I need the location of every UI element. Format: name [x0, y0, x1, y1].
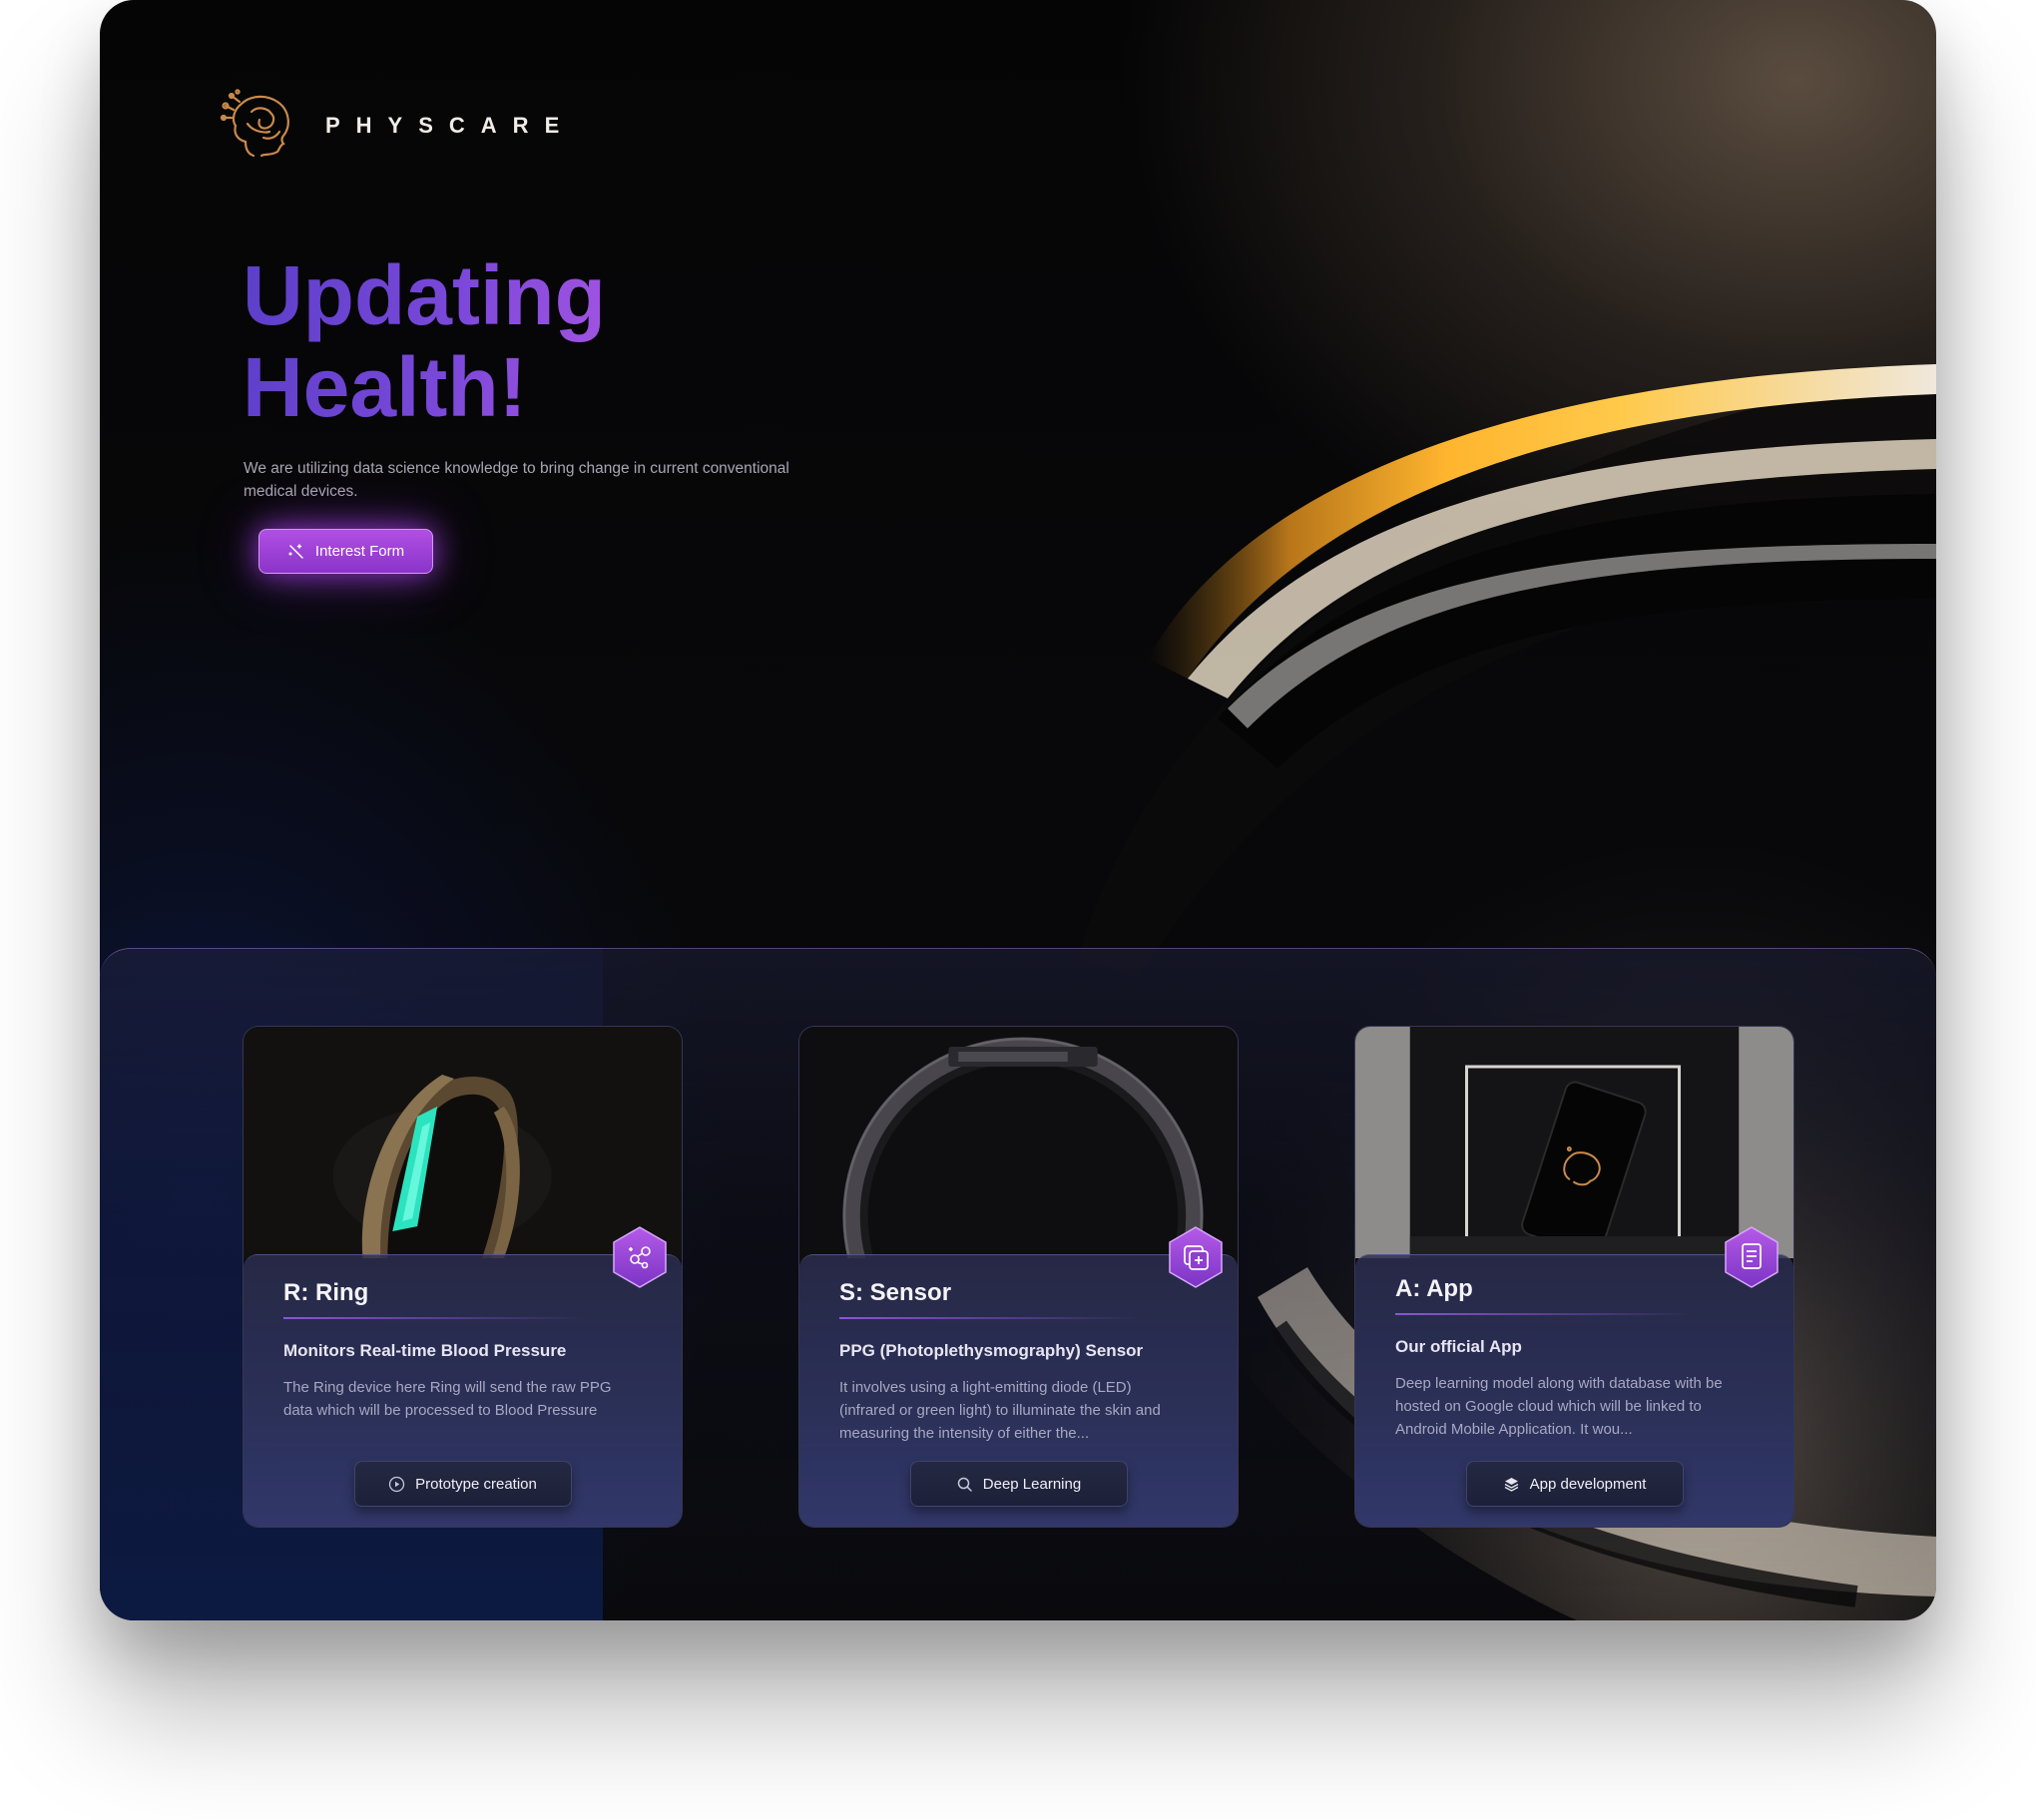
brand-logo[interactable]: PHYSCARE — [218, 84, 575, 168]
app-card-body: A: App Our official App Deep learning mo… — [1355, 1254, 1793, 1527]
interest-form-button[interactable]: Interest Form — [258, 529, 433, 574]
sensor-card-title: S: Sensor — [839, 1279, 952, 1306]
app-card-description: Deep learning model along with database … — [1395, 1375, 1723, 1438]
deep-learning-label: Deep Learning — [982, 1475, 1082, 1493]
document-icon — [1725, 1226, 1779, 1288]
ring-card-title: R: Ring — [283, 1279, 369, 1306]
ring-product-image — [244, 1027, 682, 1258]
app-development-label: App development — [1529, 1475, 1647, 1493]
molecule-icon — [613, 1226, 667, 1288]
app-phone-image — [1355, 1027, 1793, 1258]
magic-wand-icon — [288, 543, 303, 559]
app-card-divider — [1395, 1313, 1695, 1315]
app-card-subtitle: Our official App — [1395, 1337, 1522, 1356]
hero-title-line-2: Health! — [243, 340, 527, 434]
sensor-card-subtitle: PPG (Photoplethysmography) Sensor — [839, 1341, 1144, 1360]
app-card-title: A: App — [1395, 1275, 1473, 1302]
prototype-creation-label: Prototype creation — [415, 1475, 537, 1493]
ring-card-divider — [283, 1317, 583, 1319]
sensor-product-image — [799, 1027, 1238, 1258]
sensor-card-body: S: Sensor PPG (Photoplethysmography) Sen… — [799, 1254, 1238, 1527]
brand-name: PHYSCARE — [325, 113, 576, 138]
brain-head-icon — [220, 89, 289, 158]
search-icon — [957, 1477, 972, 1492]
sensor-card-description: It involves using a light-emitting diode… — [839, 1379, 1161, 1442]
ring-card-description: The Ring device here Ring will send the … — [283, 1379, 612, 1419]
page-frame: PHYSCARE Updating Health! We are utilizi… — [100, 0, 1936, 1620]
play-circle-icon — [388, 1476, 405, 1492]
hero-title: Updating Health! — [243, 249, 841, 433]
deep-learning-button[interactable]: Deep Learning — [909, 1461, 1128, 1507]
ring-card-body: R: Ring Monitors Real-time Blood Pressur… — [244, 1254, 682, 1527]
layers-icon — [1504, 1477, 1518, 1492]
interest-form-label: Interest Form — [314, 543, 405, 560]
hero-subtitle: We are utilizing data science knowledge … — [244, 460, 789, 500]
app-development-button[interactable]: App development — [1465, 1461, 1684, 1507]
hero-title-line-1: Updating — [243, 248, 606, 342]
sensor-card-divider — [839, 1317, 1139, 1319]
image-plus-icon — [1169, 1226, 1223, 1288]
prototype-creation-button[interactable]: Prototype creation — [353, 1461, 572, 1507]
ring-card-subtitle: Monitors Real-time Blood Pressure — [283, 1341, 567, 1360]
